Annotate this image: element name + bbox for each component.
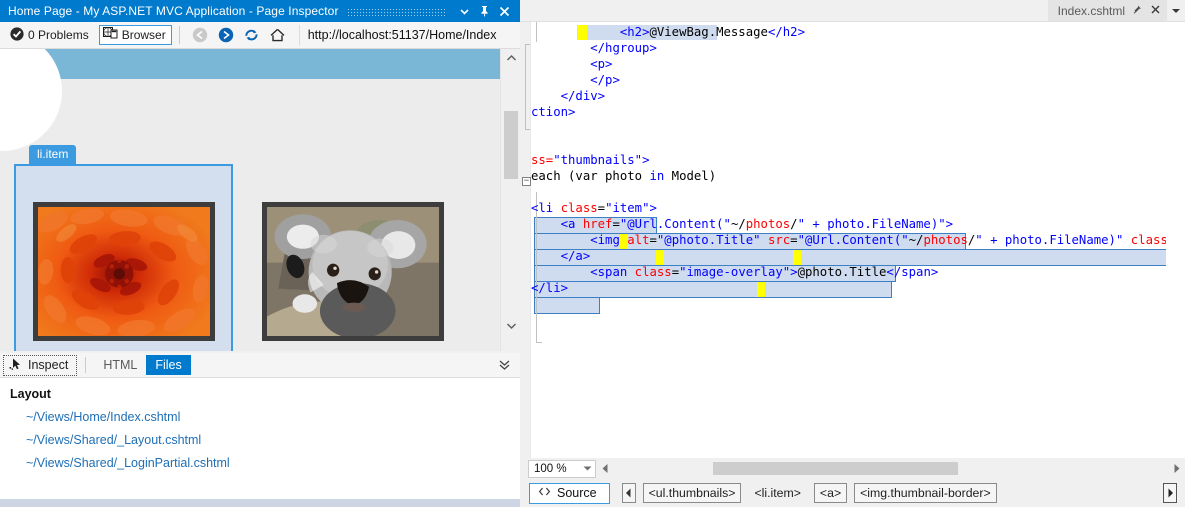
indent-guide-cap-2 bbox=[525, 129, 530, 130]
breadcrumb-a[interactable]: <a> bbox=[814, 483, 847, 503]
breadcrumb-ul-thumbnails[interactable]: <ul.thumbnails> bbox=[643, 483, 742, 503]
scrollbar-thumb[interactable] bbox=[504, 111, 518, 179]
problems-button[interactable]: 0 Problems bbox=[6, 25, 93, 46]
zoom-combobox[interactable]: 100 % bbox=[528, 460, 596, 478]
title-drag-handle[interactable] bbox=[347, 7, 446, 16]
breadcrumb-left-arrow[interactable] bbox=[622, 483, 636, 503]
back-icon[interactable] bbox=[187, 24, 213, 46]
tab-files[interactable]: Files bbox=[146, 355, 190, 375]
breadcrumb-right-arrow[interactable] bbox=[1163, 483, 1177, 503]
breadcrumb: <ul.thumbnails> <li.item> <a> <img.thumb… bbox=[643, 483, 997, 503]
document-tab-strip: Index.cshtml bbox=[520, 0, 1185, 22]
toolbar-divider bbox=[179, 26, 180, 44]
browser-icon bbox=[103, 27, 118, 43]
page-inspector-window: Home Page - My ASP.NET MVC Application -… bbox=[0, 0, 1185, 507]
file-link-index[interactable]: ~/Views/Home/Index.cshtml bbox=[26, 410, 520, 424]
pin-icon[interactable] bbox=[474, 0, 494, 22]
files-panel: Layout ~/Views/Home/Index.cshtml ~/Views… bbox=[0, 378, 520, 499]
flower-image bbox=[38, 207, 210, 336]
fold-collapse-box[interactable]: − bbox=[522, 177, 531, 186]
hscroll-left-icon[interactable] bbox=[596, 460, 613, 478]
chevron-double-down-icon[interactable] bbox=[498, 359, 511, 371]
browser-preview[interactable]: li.item bbox=[0, 49, 500, 351]
thumbnail-koala[interactable] bbox=[262, 202, 444, 341]
editor-horizontal-scrollbar[interactable] bbox=[615, 460, 1166, 478]
browser-label: Browser bbox=[122, 28, 166, 42]
address-bar[interactable]: http://localhost:51137/Home/Index bbox=[299, 25, 520, 46]
browser-toolbar: 0 Problems Browser bbox=[0, 22, 520, 49]
code-editor-panel: Index.cshtml − bbox=[520, 0, 1185, 507]
close-icon[interactable] bbox=[1150, 4, 1161, 18]
inspect-divider bbox=[85, 357, 86, 373]
thumbnail-flower[interactable] bbox=[33, 202, 215, 341]
chevron-down-icon[interactable] bbox=[583, 463, 592, 475]
editor-horizontal-scroll-row: 100 % bbox=[520, 458, 1185, 479]
inspect-label: Inspect bbox=[28, 358, 68, 372]
indent-guide-cap-1 bbox=[525, 44, 530, 45]
scroll-up-icon[interactable] bbox=[501, 49, 521, 67]
inspect-button[interactable]: Inspect bbox=[3, 355, 77, 376]
tab-html[interactable]: HTML bbox=[94, 355, 146, 375]
source-button[interactable]: Source bbox=[529, 483, 610, 504]
cursor-icon bbox=[9, 357, 23, 374]
problems-label: 0 Problems bbox=[28, 28, 89, 42]
breadcrumb-li-item[interactable]: <li.item> bbox=[748, 483, 806, 503]
pin-icon[interactable] bbox=[1132, 4, 1143, 18]
url-text: http://localhost:51137/Home/Index bbox=[308, 28, 497, 42]
layout-section-title: Layout bbox=[10, 387, 520, 401]
file-link-loginpartial[interactable]: ~/Views/Shared/_LoginPartial.cshtml bbox=[26, 456, 520, 470]
zoom-value: 100 % bbox=[534, 463, 567, 475]
inspect-tab-bar: Inspect HTML Files bbox=[0, 353, 520, 378]
indent-guide-1 bbox=[525, 44, 526, 122]
code-text: <h2>@ViewBag.Message</h2> </hgroup> <p> … bbox=[531, 22, 1166, 458]
chevron-down-icon[interactable] bbox=[454, 0, 474, 22]
hscroll-right-icon[interactable] bbox=[1168, 460, 1185, 478]
selection-badge: li.item bbox=[29, 145, 76, 165]
inspector-title: Home Page - My ASP.NET MVC Application -… bbox=[0, 4, 339, 18]
document-tab-index-cshtml[interactable]: Index.cshtml bbox=[1048, 0, 1167, 21]
refresh-icon[interactable] bbox=[239, 24, 265, 46]
koala-image bbox=[267, 207, 439, 336]
close-icon[interactable] bbox=[494, 0, 514, 22]
code-brackets-icon bbox=[538, 486, 551, 500]
page-inspector-panel: Home Page - My ASP.NET MVC Application -… bbox=[0, 0, 520, 507]
page-header-banner bbox=[0, 49, 500, 79]
panel-bottom-strip bbox=[0, 499, 520, 507]
forward-icon[interactable] bbox=[213, 24, 239, 46]
breadcrumb-img-thumbnail-border[interactable]: <img.thumbnail-border> bbox=[854, 483, 997, 503]
browser-button[interactable]: Browser bbox=[99, 25, 172, 45]
source-label: Source bbox=[557, 486, 597, 500]
inspector-title-bar: Home Page - My ASP.NET MVC Application -… bbox=[0, 0, 520, 22]
decorative-circle bbox=[0, 49, 62, 151]
status-breadcrumb-bar: Source <ul.thumbnails> <li.item> <a> <im… bbox=[520, 479, 1185, 507]
scroll-down-icon[interactable] bbox=[501, 317, 521, 335]
code-editor-surface[interactable]: − bbox=[520, 22, 1166, 458]
file-link-layout[interactable]: ~/Views/Shared/_Layout.cshtml bbox=[26, 433, 520, 447]
document-tab-label: Index.cshtml bbox=[1058, 4, 1125, 18]
hscrollbar-thumb[interactable] bbox=[713, 462, 958, 475]
home-icon[interactable] bbox=[265, 24, 291, 46]
preview-vertical-scrollbar[interactable] bbox=[500, 49, 520, 351]
tabstrip-chevron-down-icon[interactable] bbox=[1167, 0, 1185, 22]
check-circle-icon bbox=[10, 27, 24, 44]
